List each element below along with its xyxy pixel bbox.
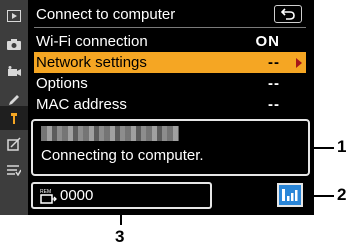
row-label: Options [36, 75, 88, 92]
menu-row-options[interactable]: Options -- [34, 73, 306, 94]
callout-line-1 [310, 147, 334, 149]
connection-status-panel: Connecting to computer. [31, 119, 310, 176]
callout-3: 3 [115, 227, 125, 246]
callout-line-2 [310, 195, 334, 197]
svg-text:REM: REM [40, 189, 51, 195]
playback-icon[interactable] [0, 4, 28, 28]
row-label: Wi-Fi connection [36, 33, 148, 50]
movie-icon[interactable] [0, 60, 28, 84]
row-label: Network settings [36, 54, 147, 71]
pending-count-panel: REM 0000 [31, 182, 212, 209]
sidebar [0, 0, 28, 215]
camera-icon[interactable] [0, 32, 28, 56]
menu-title: Connect to computer [36, 6, 176, 23]
callout-2: 2 [337, 185, 347, 204]
row-label: MAC address [36, 96, 127, 113]
network-name-blurred [41, 126, 179, 141]
row-value: -- [268, 75, 280, 92]
menu-row-network-settings[interactable]: Network settings -- [34, 52, 306, 73]
title-divider [34, 27, 306, 28]
camera-screen: Connect to computer Wi-Fi connection ON … [0, 0, 314, 215]
menu-row-mac-address[interactable]: MAC address -- [34, 94, 306, 115]
pending-count-value: 0000 [60, 187, 94, 204]
callout-line-3 [120, 209, 122, 225]
status-message: Connecting to computer. [41, 147, 204, 164]
my-menu-icon[interactable] [0, 158, 28, 182]
callout-1: 1 [337, 137, 347, 156]
transfer-queue-icon: REM [40, 189, 57, 204]
return-icon [281, 8, 295, 20]
row-value: ON [255, 33, 280, 50]
menu-row-wifi-connection[interactable]: Wi-Fi connection ON [34, 31, 306, 52]
back-button[interactable] [274, 5, 302, 23]
signal-strength-icon [277, 183, 303, 207]
row-value: -- [268, 54, 280, 71]
wrench-icon[interactable] [0, 106, 28, 130]
row-value: -- [268, 96, 280, 113]
retouch-icon[interactable] [0, 132, 28, 156]
chevron-right-icon [296, 58, 302, 68]
